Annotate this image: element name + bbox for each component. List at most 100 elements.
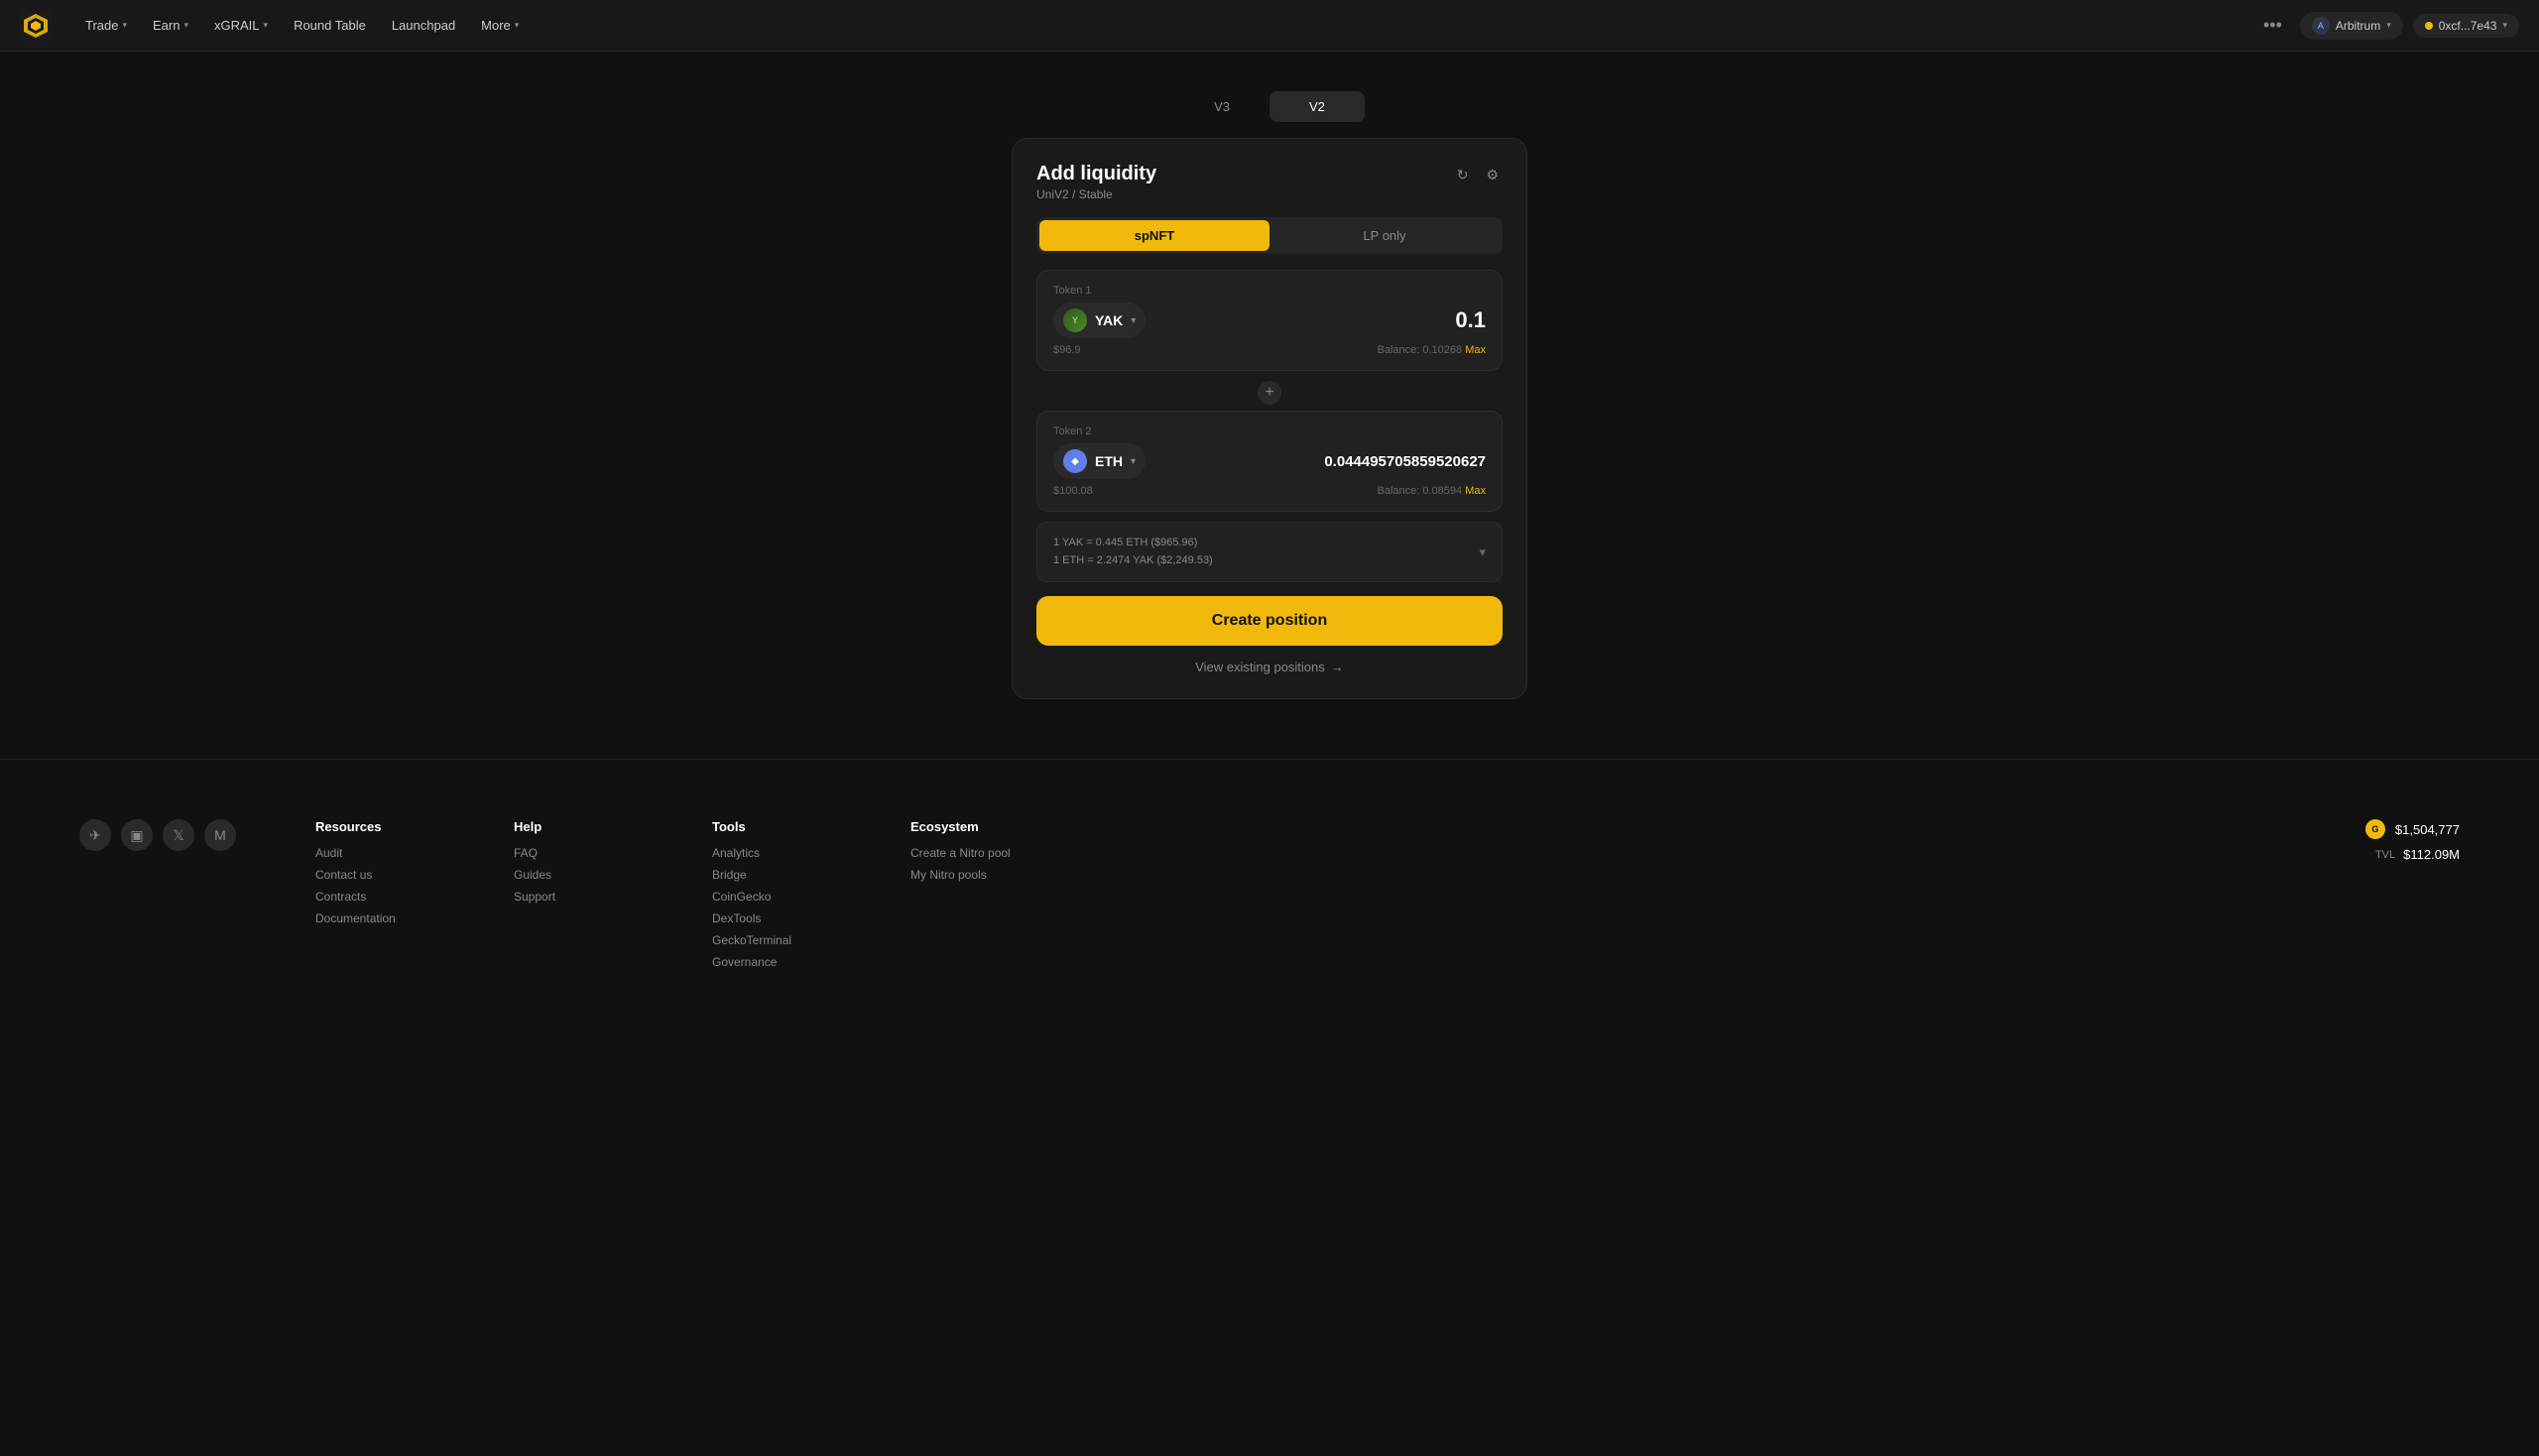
footer-analytics[interactable]: Analytics [712,846,831,860]
footer-stats: G $1,504,777 TVL $112.09M [2365,819,2460,969]
trade-chevron-icon: ▾ [122,20,127,31]
token1-label: Token 1 [1053,285,1486,297]
footer-faq[interactable]: FAQ [514,846,633,860]
footer-dextools[interactable]: DexTools [712,911,831,925]
nav-xgrail[interactable]: xGRAIL ▾ [204,12,278,39]
main-content: V3 V2 Add liquidity UniV2 / Stable ↻ ⚙ s… [0,52,2539,759]
card-subtitle: UniV2 / Stable [1036,187,1156,201]
grail-price: $1,504,777 [2395,822,2460,837]
tvl-stat: TVL $112.09M [2375,847,2460,862]
logo-icon[interactable] [20,10,52,42]
nav-launchpad[interactable]: Launchpad [382,12,465,39]
wallet-button[interactable]: 0xcf...7e43 ▾ [2413,14,2519,38]
token1-row: Y YAK ▾ 0.1 [1053,303,1486,338]
telegram-icon[interactable]: ✈ [79,819,111,851]
footer-my-nitro[interactable]: My Nitro pools [910,868,1029,882]
type-tabs: spNFT LP only [1036,217,1503,254]
resources-title: Resources [315,819,434,834]
ecosystem-title: Ecosystem [910,819,1029,834]
token2-input: Token 2 ◆ ETH ▾ 0.044495705859520627 $10… [1036,411,1503,512]
token2-chevron-icon: ▾ [1131,456,1136,467]
medium-icon[interactable]: M [204,819,236,851]
card-title: Add liquidity [1036,163,1156,185]
token2-symbol: ETH [1095,453,1123,469]
earn-chevron-icon: ▾ [183,20,188,31]
footer-geckoterminal[interactable]: GeckoTerminal [712,933,831,947]
refresh-icon[interactable]: ↻ [1453,163,1473,187]
rate-values: 1 YAK = 0.445 ETH ($965.96) 1 ETH = 2.24… [1053,535,1213,569]
view-existing-link[interactable]: View existing positions → [1036,660,1503,674]
card-title-group: Add liquidity UniV2 / Stable [1036,163,1156,201]
token2-label: Token 2 [1053,425,1486,437]
network-selector[interactable]: A Arbitrum ▾ [2300,12,2403,40]
tab-spnft[interactable]: spNFT [1039,220,1270,251]
help-title: Help [514,819,633,834]
footer-bridge[interactable]: Bridge [712,868,831,882]
rate1: 1 YAK = 0.445 ETH ($965.96) [1053,535,1213,552]
tab-v2[interactable]: V2 [1270,91,1365,122]
token1-bottom: $96.9 Balance: 0.10268 Max [1053,344,1486,356]
token2-row: ◆ ETH ▾ 0.044495705859520627 [1053,443,1486,479]
discord-icon[interactable]: ▣ [121,819,153,851]
nav-more[interactable]: More ▾ [471,12,529,39]
footer-support[interactable]: Support [514,890,633,904]
yak-token-icon: Y [1063,308,1087,332]
footer-tools: Tools Analytics Bridge CoinGecko DexTool… [712,819,831,969]
token2-usd: $100.08 [1053,485,1093,497]
footer-create-nitro[interactable]: Create a Nitro pool [910,846,1029,860]
footer-contracts[interactable]: Contracts [315,890,434,904]
footer: ✈ ▣ 𝕏 M Resources Audit Contact us Contr… [0,759,2539,1009]
version-tabs: V3 V2 [1174,91,1365,122]
more-chevron-icon: ▾ [515,20,520,31]
tab-v3[interactable]: V3 [1174,91,1270,122]
token1-balance: Balance: 0.10268 Max [1378,344,1486,356]
token2-selector[interactable]: ◆ ETH ▾ [1053,443,1146,479]
create-position-button[interactable]: Create position [1036,596,1503,646]
footer-coingecko[interactable]: CoinGecko [712,890,831,904]
wallet-chevron-icon: ▾ [2502,20,2507,31]
footer-audit[interactable]: Audit [315,846,434,860]
footer-documentation[interactable]: Documentation [315,911,434,925]
network-chevron-icon: ▾ [2386,20,2391,31]
rate2: 1 ETH = 2.2474 YAK ($2,249.53) [1053,552,1213,570]
wallet-dot-icon [2425,22,2433,30]
token1-chevron-icon: ▾ [1131,315,1136,326]
footer-help: Help FAQ Guides Support [514,819,633,969]
settings-icon[interactable]: ⚙ [1482,163,1503,187]
token1-symbol: YAK [1095,312,1123,328]
nav-earn[interactable]: Earn ▾ [143,12,198,39]
token1-max-button[interactable]: Max [1465,344,1486,356]
token2-max-button[interactable]: Max [1465,485,1486,497]
tvl-label: TVL [2375,849,2395,861]
nav-trade[interactable]: Trade ▾ [75,12,137,39]
nav-menu: Trade ▾ Earn ▾ xGRAIL ▾ Round Table Laun… [75,12,2255,39]
arrow-right-icon: → [1331,660,1344,674]
token1-usd: $96.9 [1053,344,1081,356]
card-header: Add liquidity UniV2 / Stable ↻ ⚙ [1036,163,1503,201]
footer-contact[interactable]: Contact us [315,868,434,882]
token2-amount[interactable]: 0.044495705859520627 [1324,453,1486,470]
footer-social: ✈ ▣ 𝕏 M [79,819,236,969]
nav-more-dots[interactable]: ••• [2255,11,2290,40]
footer-guides[interactable]: Guides [514,868,633,882]
navbar: Trade ▾ Earn ▾ xGRAIL ▾ Round Table Laun… [0,0,2539,52]
token1-input: Token 1 Y YAK ▾ 0.1 $96.9 Balance: 0.102… [1036,270,1503,371]
grail-coin-icon: G [2365,819,2385,839]
tools-title: Tools [712,819,831,834]
add-liquidity-card: Add liquidity UniV2 / Stable ↻ ⚙ spNFT L… [1012,138,1527,699]
nav-roundtable[interactable]: Round Table [284,12,376,39]
token1-amount[interactable]: 0.1 [1455,307,1486,333]
add-token-button[interactable]: + [1256,379,1283,407]
xgrail-chevron-icon: ▾ [264,20,269,31]
token2-balance: Balance: 0.08594 Max [1378,485,1486,497]
footer-ecosystem: Ecosystem Create a Nitro pool My Nitro p… [910,819,1029,969]
footer-resources: Resources Audit Contact us Contracts Doc… [315,819,434,969]
tvl-value: $112.09M [2403,847,2460,862]
card-actions: ↻ ⚙ [1453,163,1503,187]
footer-governance[interactable]: Governance [712,955,831,969]
rate-chevron-icon[interactable]: ▾ [1479,545,1486,560]
price-stat: G $1,504,777 [2365,819,2460,839]
twitter-icon[interactable]: 𝕏 [163,819,194,851]
tab-lp-only[interactable]: LP only [1270,220,1500,251]
token1-selector[interactable]: Y YAK ▾ [1053,303,1146,338]
